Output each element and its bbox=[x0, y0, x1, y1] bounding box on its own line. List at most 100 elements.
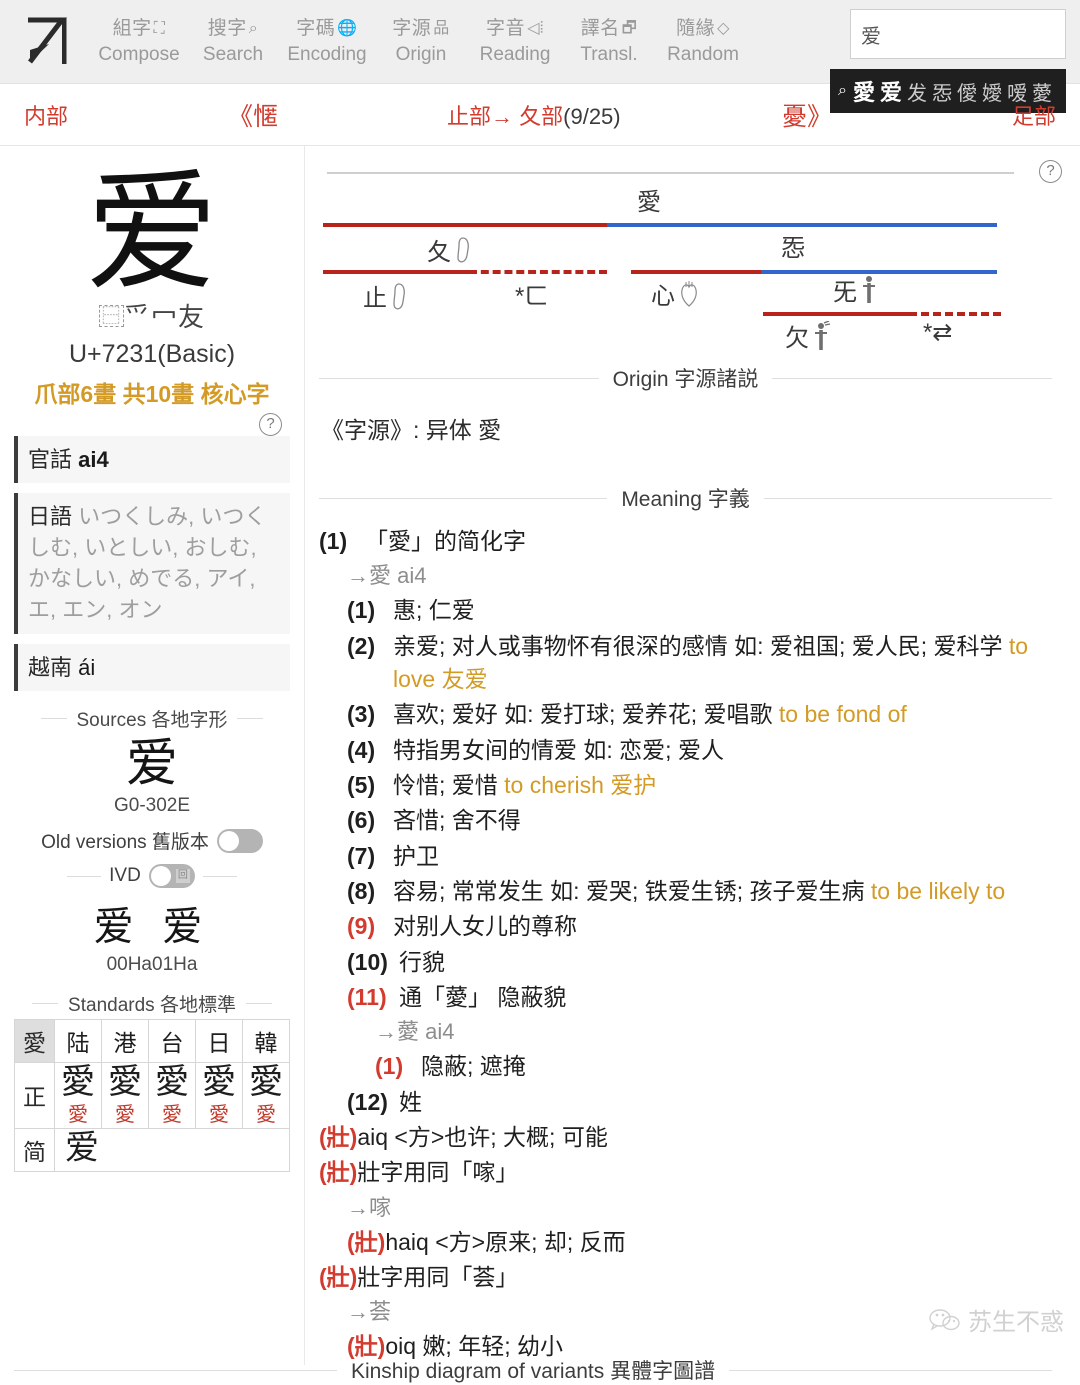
origin-section-header: Origin 字源諸説 bbox=[319, 363, 1053, 393]
search-input[interactable] bbox=[850, 9, 1066, 59]
nav-radical-path[interactable]: 止部→ 夂部(9/25) bbox=[447, 99, 621, 131]
tree-node-zhi-radical[interactable]: 夂 bbox=[427, 232, 471, 267]
reading-mandarin: 官話 ai4 bbox=[14, 435, 290, 483]
meaning-head-row: (1) 「愛」的简化字 bbox=[319, 525, 1052, 558]
divider-left bbox=[319, 377, 599, 379]
tree-node-ai-component[interactable]: 㤅 bbox=[781, 228, 805, 263]
list-item: (壯) 壯字用同「荟」 bbox=[319, 1261, 1052, 1294]
meaning-text: 行貌 bbox=[399, 948, 445, 975]
meaning-body: 容易; 常常发生 如: 爱哭; 铁爱生锈; 孩子爱生病 bbox=[393, 877, 871, 904]
nav-item-search[interactable]: 搜字 ⌕ Search bbox=[186, 17, 280, 65]
nav-origin-en: Origin bbox=[395, 43, 447, 65]
character-decomposition[interactable]: ⿱爫冖友 bbox=[14, 297, 290, 334]
person-icon bbox=[863, 275, 875, 303]
meaning-text: 护卫 bbox=[393, 842, 439, 869]
std-cell[interactable]: 愛愛 bbox=[195, 1062, 243, 1129]
tree-help-icon[interactable]: ? bbox=[1039, 160, 1062, 183]
tree-node-ji[interactable]: 旡 bbox=[833, 272, 877, 307]
meaning-section-header: Meaning 字義 bbox=[319, 483, 1053, 513]
nav-item-random[interactable]: 隨緣 ◇ Random bbox=[656, 17, 750, 65]
tree-node-label: 止 bbox=[363, 285, 387, 312]
zhuang-tag: (壯) bbox=[319, 1159, 358, 1186]
nav-next-character[interactable]: 憂》 bbox=[782, 97, 832, 133]
std-cell[interactable]: 愛愛 bbox=[101, 1062, 149, 1129]
meaning-number: (4) bbox=[347, 736, 376, 763]
ivd-toggle[interactable]: 回 bbox=[148, 864, 195, 889]
meaning-number: (10) bbox=[347, 948, 388, 975]
nav-item-transl[interactable]: 譯名 🗗 Transl. bbox=[562, 17, 656, 65]
divider-left bbox=[40, 717, 67, 719]
std-glyph: 愛 bbox=[61, 1062, 95, 1103]
nav-item-compose[interactable]: 組字 ⛶ Compose bbox=[92, 17, 186, 65]
list-item: (9) 对别人女儿的尊称 bbox=[319, 910, 1052, 943]
std-cell[interactable]: 愛愛 bbox=[242, 1062, 290, 1129]
diamond-icon: ◇ bbox=[717, 20, 730, 38]
zhuang-text: aiq <方>也许; 大概; 可能 bbox=[357, 1123, 608, 1150]
tree-node-star-swap[interactable]: *⇄ bbox=[923, 318, 952, 347]
site-logo[interactable] bbox=[18, 12, 76, 72]
foot-icon bbox=[457, 236, 469, 262]
radical-stroke-info: 爪部6畫 共10畫 核心字 bbox=[34, 380, 270, 407]
tree-bar-level3-a bbox=[763, 312, 909, 316]
meaning-sub-arrow[interactable]: →薆 ai4 bbox=[319, 1016, 1052, 1048]
nav-random-en: Random bbox=[667, 43, 739, 65]
std-cell-simplified[interactable]: 爱 bbox=[54, 1127, 290, 1172]
zhuang-text: 壯字用同「𠺢」 bbox=[357, 1159, 519, 1186]
divider-right bbox=[202, 875, 237, 877]
reading-vietnamese-label: 越南 bbox=[28, 654, 73, 680]
heart-icon bbox=[681, 280, 697, 307]
meaning-text: 怜惜; 爱惜 to cherish 爱护 bbox=[393, 769, 1052, 802]
meaning-head-arrow[interactable]: →愛 ai4 bbox=[319, 560, 1052, 592]
divider-right bbox=[237, 717, 264, 719]
nav-item-reading[interactable]: 字音 ◁⦙ Reading bbox=[468, 17, 562, 65]
source-glyph: 爱 bbox=[125, 733, 178, 794]
tree-node-label: 夂 bbox=[427, 239, 451, 266]
old-versions-toggle[interactable] bbox=[216, 828, 263, 853]
search-icon: ⌕ bbox=[248, 20, 259, 38]
std-cell[interactable]: 愛愛 bbox=[148, 1062, 196, 1129]
column-header-hongkong: 港 bbox=[101, 1019, 149, 1064]
watermark-text: 苏生不惑 bbox=[968, 1309, 1064, 1336]
reading-vietnamese-value: ái bbox=[78, 654, 96, 680]
std-glyph: 愛 bbox=[202, 1062, 236, 1103]
tree-node-star-hand[interactable]: *ㄈ bbox=[515, 276, 548, 311]
nav-internal-link[interactable]: 内部 bbox=[24, 99, 68, 131]
meaning-list: (1) 「愛」的简化字 →愛 ai4 (1) 惠; 仁爱 (2) 亲爱; 对人或… bbox=[319, 525, 1052, 1363]
nav-foot-radical[interactable]: 足部 bbox=[1012, 99, 1056, 131]
character-navigation-bar: 内部 《㥾 止部→ 夂部(9/25) 憂》 足部 bbox=[0, 84, 1080, 146]
meaning-number: (9) bbox=[347, 913, 376, 940]
person-breath-icon bbox=[815, 320, 831, 350]
std-cell[interactable]: 愛愛 bbox=[54, 1062, 102, 1129]
tree-node-label: 欠 bbox=[785, 325, 809, 352]
tree-node-qian[interactable]: 欠 bbox=[785, 318, 831, 353]
zhuang-text: 壯字用同「荟」 bbox=[357, 1263, 519, 1290]
meaning-number: (2) bbox=[347, 632, 376, 659]
tree-node-root[interactable]: 愛 bbox=[637, 182, 661, 217]
std-alt-glyph: 愛 bbox=[68, 1101, 88, 1126]
wechat-icon bbox=[929, 1308, 960, 1331]
list-item: (1) 惠; 仁爱 bbox=[319, 594, 1052, 627]
zhuang-tag: (壯) bbox=[319, 1263, 358, 1290]
ideographic-description-icon: ⿱ bbox=[98, 304, 124, 327]
nav-item-encoding[interactable]: 字碼 🌐 Encoding bbox=[280, 17, 374, 65]
nav-item-origin[interactable]: 字源品 Origin bbox=[374, 17, 468, 65]
std-glyph: 愛 bbox=[249, 1062, 283, 1103]
list-item: (3) 喜欢; 爱好 如: 爱打球; 爱养花; 爱唱歌 to be fond o… bbox=[319, 698, 1052, 731]
zhuang-arrow[interactable]: →𠺢 bbox=[319, 1192, 1052, 1224]
nav-prev-character[interactable]: 《㥾 bbox=[228, 97, 278, 133]
std-alt-glyph: 愛 bbox=[209, 1101, 229, 1126]
readings-help-row: ? bbox=[14, 412, 290, 436]
nav-compose-cn: 組字 bbox=[112, 18, 152, 40]
tree-node-heart[interactable]: 心 bbox=[651, 276, 699, 311]
tree-bar-level1-right bbox=[607, 223, 997, 227]
tree-node-zhi-stop[interactable]: 止 bbox=[363, 278, 407, 313]
ivd-badge-icon: 回 bbox=[175, 869, 190, 884]
std-glyph: 愛 bbox=[108, 1062, 142, 1103]
meaning-sub-arrow-text: →薆 ai4 bbox=[375, 1019, 455, 1045]
meaning-number: (1) bbox=[375, 1053, 404, 1080]
nav-random-cn: 隨緣 bbox=[676, 18, 716, 40]
help-icon[interactable]: ? bbox=[259, 412, 282, 436]
nav-transl-cn: 譯名 bbox=[580, 18, 620, 40]
meaning-text: 喜欢; 爱好 如: 爱打球; 爱养花; 爱唱歌 to be fond of bbox=[393, 698, 1052, 731]
row-label-simplified: 简 bbox=[14, 1127, 55, 1172]
